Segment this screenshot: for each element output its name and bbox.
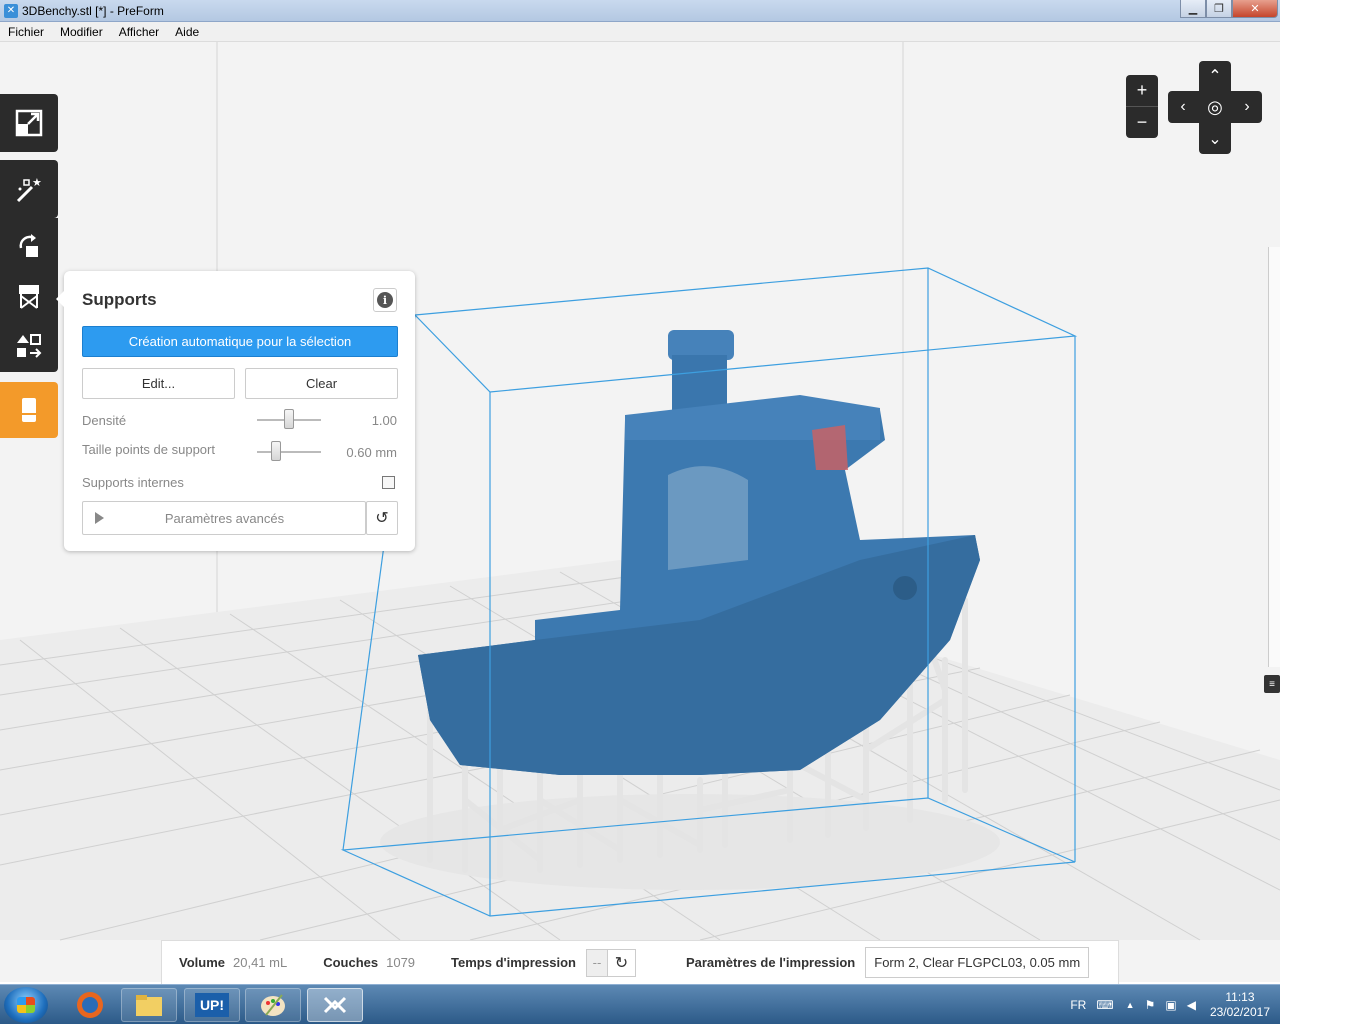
pan-right-button[interactable]: › — [1232, 92, 1262, 122]
start-button[interactable] — [4, 987, 48, 1023]
tool-layout[interactable] — [0, 320, 58, 372]
maximize-button[interactable]: ❐ — [1206, 0, 1232, 18]
window-title: 3DBenchy.stl [*] - PreForm — [22, 3, 164, 18]
reset-icon: ↺ — [375, 510, 389, 527]
menu-fichier[interactable]: Fichier — [0, 25, 52, 39]
preform-icon — [323, 996, 347, 1014]
clock-date: 23/02/2017 — [1209, 1005, 1270, 1019]
info-button[interactable]: i — [373, 288, 397, 312]
menu-modifier[interactable]: Modifier — [52, 25, 111, 39]
print-icon — [22, 398, 36, 422]
svg-text:★: ★ — [32, 177, 42, 189]
tool-fit-view[interactable] — [0, 94, 58, 152]
print-time-value: -- — [585, 948, 608, 977]
title-bar: ✕ 3DBenchy.stl [*] - PreForm ▁ ❐ ✕ — [0, 0, 1280, 22]
layers-label: Couches — [323, 955, 379, 970]
volume-icon[interactable]: ◀ — [1187, 998, 1196, 1012]
windows-logo-icon — [17, 997, 35, 1013]
print-settings-label: Paramètres de l'impression — [685, 955, 856, 970]
taskbar-up[interactable]: UP! — [184, 988, 240, 1022]
taskbar: UP! FR ⌨ ▲ ⚑ ▣ ◀ 11:13 23/02/2017 — [0, 984, 1280, 1024]
print-time-label: Temps d'impression — [451, 955, 576, 970]
menu-bar: Fichier Modifier Afficher Aide — [0, 22, 1280, 42]
up-app-label: UP! — [194, 993, 230, 1017]
tool-magic-wand[interactable]: ★ — [0, 160, 58, 218]
print-settings-field[interactable]: Form 2, Clear FLGPCL03, 0.05 mm — [865, 947, 1090, 978]
taskbar-preform[interactable] — [307, 988, 363, 1022]
firefox-icon — [77, 992, 103, 1018]
paint-icon — [261, 994, 285, 1016]
density-slider-thumb[interactable] — [284, 409, 294, 429]
density-value: 1.00 — [371, 413, 397, 428]
expand-triangle-icon — [95, 512, 104, 524]
system-tray: FR ⌨ ▲ ⚑ ▣ ◀ 11:13 23/02/2017 — [1070, 985, 1270, 1024]
supports-panel: Supports i Création automatique pour la … — [56, 271, 415, 551]
pan-up-button[interactable]: ⌃ — [1200, 61, 1230, 91]
scale-fit-icon — [15, 109, 43, 137]
supports-icon — [19, 285, 39, 309]
auto-generate-button[interactable]: Création automatique pour la sélection — [82, 326, 398, 357]
taskbar-paint[interactable] — [245, 988, 301, 1022]
refresh-time-button[interactable]: ↻ — [607, 948, 636, 977]
preform-app-icon: ✕ — [4, 3, 18, 18]
density-label: Densité — [82, 413, 127, 428]
action-center-flag-icon[interactable]: ⚑ — [1145, 998, 1156, 1012]
keyboard-icon[interactable]: ⌨ — [1096, 998, 1113, 1012]
advanced-settings-label: Paramètres avancés — [164, 510, 285, 526]
clock-time: 11:13 — [1225, 990, 1255, 1004]
advanced-settings-toggle[interactable]: Paramètres avancés — [82, 501, 366, 535]
tool-print[interactable] — [0, 382, 58, 438]
folder-icon — [136, 995, 162, 1016]
zoom-out-button[interactable]: − — [1126, 107, 1158, 138]
close-button[interactable]: ✕ — [1232, 0, 1278, 18]
zoom-controls: + − — [1126, 75, 1158, 138]
layers-value: 1079 — [386, 955, 416, 970]
point-size-slider-thumb[interactable] — [271, 441, 282, 461]
clock[interactable]: 11:13 23/02/2017 — [1210, 990, 1270, 1020]
menu-afficher[interactable]: Afficher — [111, 25, 167, 39]
internal-supports-label: Supports internes — [82, 475, 184, 490]
point-size-slider[interactable] — [257, 451, 321, 453]
language-indicator[interactable]: FR — [1070, 998, 1086, 1012]
show-hidden-icons[interactable]: ▲ — [1126, 1000, 1135, 1010]
view-home-icon[interactable]: ◎ — [1200, 92, 1230, 122]
menu-aide[interactable]: Aide — [167, 25, 207, 39]
point-size-label: Taille points de support — [82, 442, 215, 457]
info-icon: i — [377, 292, 393, 308]
zoom-in-button[interactable]: + — [1126, 75, 1158, 106]
volume-value: 20,41 mL — [233, 955, 288, 970]
tool-supports[interactable] — [0, 272, 58, 320]
window-controls: ▁ ❐ ✕ — [1180, 0, 1278, 18]
right-margin — [1280, 0, 1345, 1024]
pan-left-button[interactable]: ‹ — [1168, 92, 1198, 122]
reset-button[interactable]: ↺ — [366, 501, 398, 535]
status-bar: Volume 20,41 mL Couches 1079 Temps d'imp… — [161, 940, 1119, 984]
internal-supports-checkbox[interactable] — [382, 476, 395, 489]
point-size-value: 0.60 mm — [346, 445, 397, 460]
pan-down-button[interactable]: ⌄ — [1200, 124, 1230, 154]
layout-icon — [17, 334, 42, 358]
side-scrollbar[interactable] — [1268, 247, 1280, 667]
print-time-box: -- ↻ — [585, 948, 636, 977]
minimize-button[interactable]: ▁ — [1180, 0, 1206, 18]
panel-title: Supports — [82, 290, 157, 309]
side-panel-handle[interactable]: ≡ — [1264, 675, 1280, 693]
taskbar-explorer[interactable] — [121, 988, 177, 1022]
magic-wand-icon: ★ — [16, 177, 42, 203]
clear-button[interactable]: Clear — [245, 368, 398, 399]
tool-orientation[interactable] — [0, 218, 58, 272]
edit-button[interactable]: Edit... — [82, 368, 235, 399]
orientation-icon — [19, 234, 38, 257]
volume-label: Volume — [179, 955, 225, 970]
taskbar-firefox[interactable] — [62, 988, 118, 1022]
network-icon[interactable]: ▣ — [1165, 998, 1176, 1012]
